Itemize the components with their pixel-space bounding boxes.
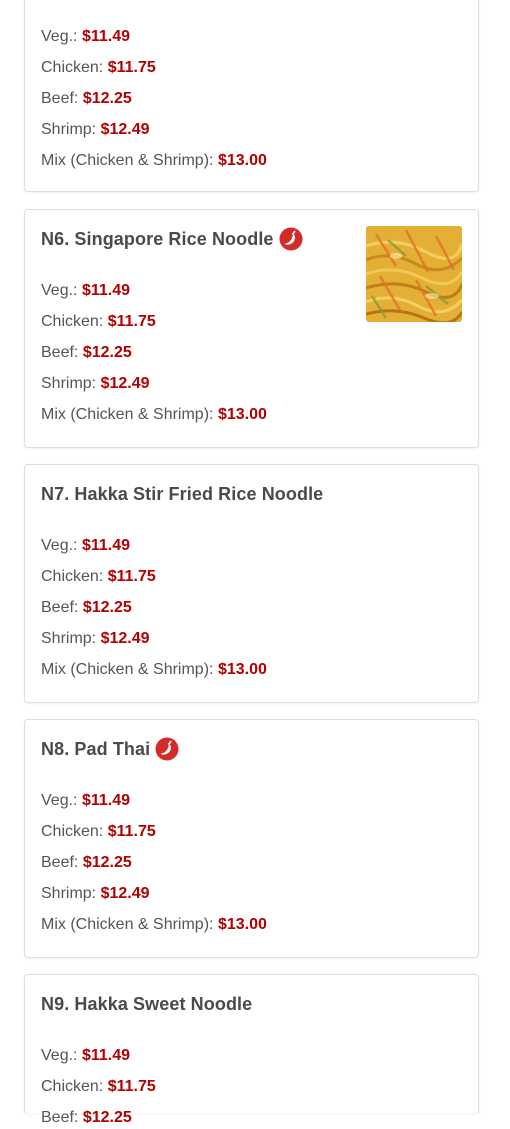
price-label: Chicken: <box>41 568 104 585</box>
price-line-shrimp: Shrimp: $12.49 <box>41 119 150 141</box>
dish-title-row: N6. Singapore Rice Noodle <box>41 226 303 252</box>
price-label: Veg.: <box>41 537 78 554</box>
price-value: $11.75 <box>107 568 156 585</box>
price-line-beef: Beef: $12.25 <box>41 1107 132 1129</box>
price-line-mix: Mix (Chicken & Shrimp): $13.00 <box>41 914 267 936</box>
price-value: $13.00 <box>217 661 267 678</box>
price-value: $11.49 <box>81 1047 130 1064</box>
price-value: $13.00 <box>217 406 267 423</box>
price-value: $11.49 <box>81 28 130 45</box>
price-line-chicken: Chicken: $11.75 <box>41 1076 156 1098</box>
price-label: Chicken: <box>41 823 104 840</box>
dish-title-row: N8. Pad Thai <box>41 736 179 762</box>
price-line-beef: Beef: $12.25 <box>41 342 132 364</box>
menu-item-card-n6[interactable]: N6. Singapore Rice Noodle Veg.: $11.49 C… <box>24 209 479 448</box>
menu-item-card-n5[interactable]: Veg.: $11.49 Chicken: $11.75 Beef: $12.2… <box>24 0 479 192</box>
price-value: $12.49 <box>100 121 150 138</box>
price-line-mix: Mix (Chicken & Shrimp): $13.00 <box>41 659 267 681</box>
price-label: Shrimp: <box>41 121 97 138</box>
price-value: $12.25 <box>82 344 132 361</box>
price-label: Beef: <box>41 854 79 871</box>
price-line-shrimp: Shrimp: $12.49 <box>41 883 150 905</box>
price-value: $12.49 <box>100 630 150 647</box>
price-label: Veg.: <box>41 282 78 299</box>
menu-item-card-n7[interactable]: N7. Hakka Stir Fried Rice Noodle Veg.: $… <box>24 464 479 703</box>
price-line-beef: Beef: $12.25 <box>41 88 132 110</box>
price-value: $12.49 <box>100 885 150 902</box>
price-line-chicken: Chicken: $11.75 <box>41 821 156 843</box>
price-value: $11.75 <box>107 59 156 76</box>
price-value: $11.75 <box>107 313 156 330</box>
price-value: $11.49 <box>81 282 130 299</box>
price-label: Beef: <box>41 344 79 361</box>
price-value: $11.49 <box>81 537 130 554</box>
price-label: Chicken: <box>41 1078 104 1095</box>
menu-item-card-n9[interactable]: N9. Hakka Sweet Noodle Veg.: $11.49 Chic… <box>24 974 479 1126</box>
price-label: Mix (Chicken & Shrimp): <box>41 916 214 933</box>
price-line-chicken: Chicken: $11.75 <box>41 57 156 79</box>
price-value: $12.25 <box>82 1109 132 1126</box>
price-value: $12.25 <box>82 90 132 107</box>
price-label: Beef: <box>41 90 79 107</box>
price-line-mix: Mix (Chicken & Shrimp): $13.00 <box>41 150 267 172</box>
price-label: Mix (Chicken & Shrimp): <box>41 152 214 169</box>
price-line-chicken: Chicken: $11.75 <box>41 311 156 333</box>
price-label: Shrimp: <box>41 885 97 902</box>
price-label: Veg.: <box>41 1047 78 1064</box>
price-label: Mix (Chicken & Shrimp): <box>41 661 214 678</box>
price-label: Shrimp: <box>41 630 97 647</box>
price-label: Veg.: <box>41 28 78 45</box>
price-line-chicken: Chicken: $11.75 <box>41 566 156 588</box>
price-line-beef: Beef: $12.25 <box>41 597 132 619</box>
price-label: Chicken: <box>41 313 104 330</box>
dish-photo[interactable] <box>366 226 462 322</box>
price-line-veg: Veg.: $11.49 <box>41 1045 130 1067</box>
price-value: $12.25 <box>82 599 132 616</box>
dish-title-row: N7. Hakka Stir Fried Rice Noodle <box>41 481 323 507</box>
chili-pepper-icon <box>155 737 179 761</box>
noodle-dish-photo <box>366 226 462 322</box>
price-value: $11.75 <box>107 1078 156 1095</box>
price-line-shrimp: Shrimp: $12.49 <box>41 373 150 395</box>
price-value: $12.49 <box>100 375 150 392</box>
price-line-beef: Beef: $12.25 <box>41 852 132 874</box>
price-line-veg: Veg.: $11.49 <box>41 280 130 302</box>
price-label: Beef: <box>41 599 79 616</box>
dish-title: N9. Hakka Sweet Noodle <box>41 993 253 1014</box>
dish-title: N7. Hakka Stir Fried Rice Noodle <box>41 483 324 504</box>
price-line-shrimp: Shrimp: $12.49 <box>41 628 150 650</box>
price-label: Veg.: <box>41 792 78 809</box>
price-label: Beef: <box>41 1109 79 1126</box>
price-value: $11.75 <box>107 823 156 840</box>
dish-title: N8. Pad Thai <box>41 738 151 759</box>
price-label: Chicken: <box>41 59 104 76</box>
price-value: $12.25 <box>82 854 132 871</box>
price-line-veg: Veg.: $11.49 <box>41 535 130 557</box>
dish-title-row: N9. Hakka Sweet Noodle <box>41 991 252 1017</box>
price-value: $11.49 <box>81 792 130 809</box>
price-value: $13.00 <box>217 916 267 933</box>
menu-item-card-n8[interactable]: N8. Pad Thai Veg.: $11.49 Chicken: $11.7… <box>24 719 479 958</box>
price-line-veg: Veg.: $11.49 <box>41 26 130 48</box>
chili-pepper-icon <box>279 227 303 251</box>
price-label: Mix (Chicken & Shrimp): <box>41 406 214 423</box>
price-value: $13.00 <box>217 152 267 169</box>
price-label: Shrimp: <box>41 375 97 392</box>
price-line-mix: Mix (Chicken & Shrimp): $13.00 <box>41 404 267 426</box>
price-line-veg: Veg.: $11.49 <box>41 790 130 812</box>
dish-title: N6. Singapore Rice Noodle <box>41 228 274 249</box>
